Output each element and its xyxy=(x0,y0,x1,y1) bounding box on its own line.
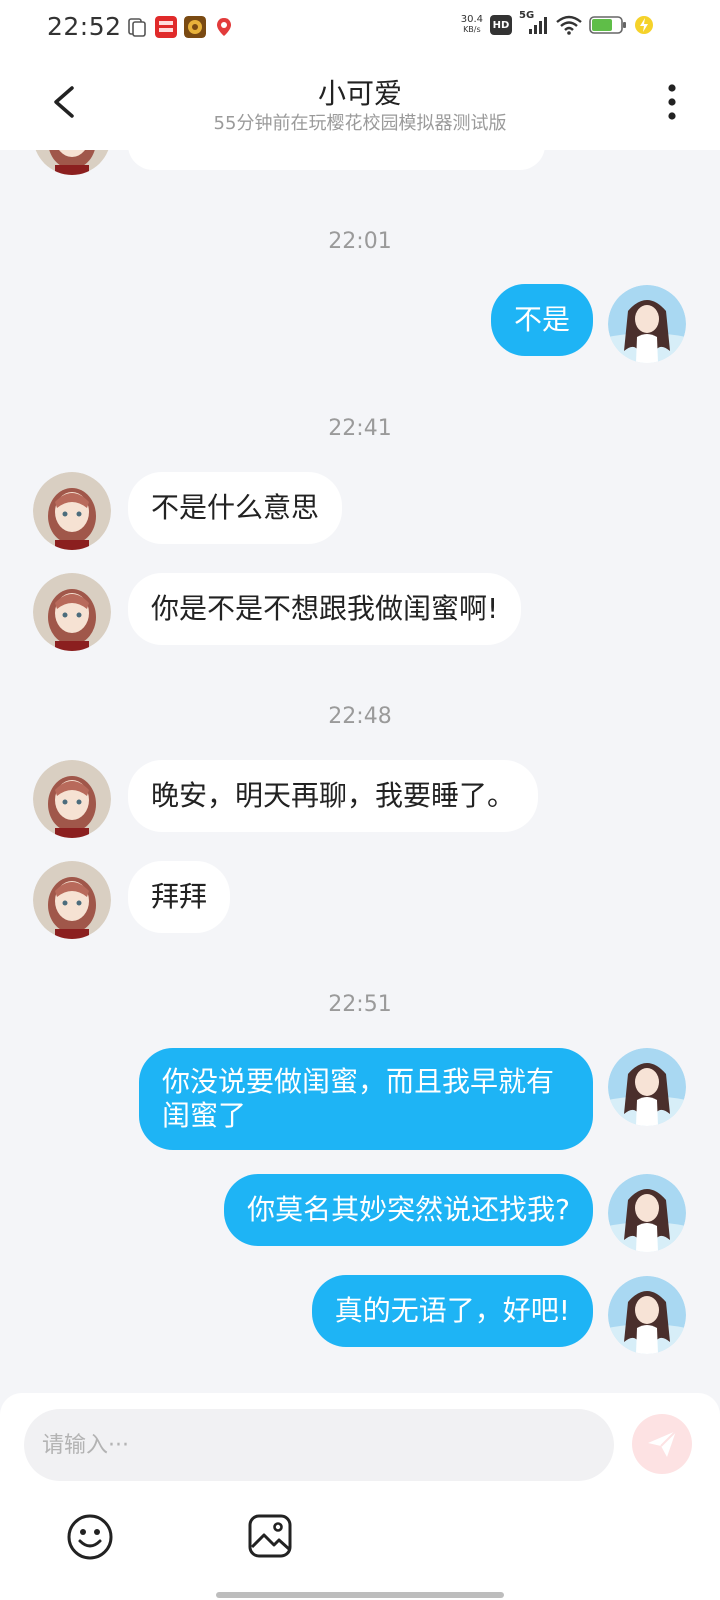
my-avatar[interactable] xyxy=(608,1276,686,1354)
more-options-icon[interactable] xyxy=(660,80,684,124)
status-bar: 22:52 30.4 KB/s HD 5G xyxy=(0,0,720,56)
contact-avatar[interactable] xyxy=(33,150,111,175)
send-button[interactable] xyxy=(632,1414,692,1474)
my-avatar[interactable] xyxy=(608,285,686,363)
girl-avatar-icon xyxy=(33,573,111,651)
incoming-message[interactable]: 拜拜 xyxy=(128,861,231,933)
anime-girl-avatar-icon xyxy=(608,1048,686,1126)
message-input[interactable] xyxy=(24,1409,614,1481)
emoji-icon[interactable] xyxy=(66,1513,114,1561)
contact-status: 55分钟前在玩樱花校园模拟器测试版 xyxy=(213,113,507,134)
contact-avatar[interactable] xyxy=(33,760,111,838)
wifi-icon xyxy=(556,15,582,35)
my-avatar[interactable] xyxy=(608,1048,686,1126)
incoming-message[interactable]: 不是什么意思 xyxy=(128,472,343,544)
document-icon xyxy=(128,18,146,37)
map-pin-icon xyxy=(217,18,231,36)
girl-avatar-icon xyxy=(33,472,111,550)
my-avatar[interactable] xyxy=(608,1174,686,1252)
chat-header: 小可爱 55分钟前在玩樱花校园模拟器测试版 xyxy=(0,56,720,150)
anime-girl-avatar-icon xyxy=(608,285,686,363)
message-composer xyxy=(0,1393,720,1600)
outgoing-message[interactable]: 不是 xyxy=(490,284,593,356)
contact-avatar[interactable] xyxy=(33,861,111,939)
contact-avatar[interactable] xyxy=(33,573,111,651)
contact-name: 小可爱 xyxy=(317,77,402,110)
paper-plane-icon xyxy=(648,1430,677,1457)
system-status: 30.4 KB/s HD 5G xyxy=(461,10,654,36)
notification-icons xyxy=(126,16,235,38)
message-timestamp: 22:51 xyxy=(328,992,392,1017)
message-list[interactable]: 22:01 不是 22:41 不是什么意思 你是不是不想跟我做闺蜜啊! 22:4… xyxy=(0,150,720,1395)
home-indicator[interactable] xyxy=(216,1592,504,1598)
anime-girl-avatar-icon xyxy=(608,1174,686,1252)
incoming-message[interactable]: 你是不是不想跟我做闺蜜啊! xyxy=(128,573,522,645)
battery-icon xyxy=(589,16,626,34)
message-bubble-partial[interactable] xyxy=(128,150,545,170)
game-app-icon xyxy=(184,16,206,38)
status-time: 22:52 xyxy=(47,12,122,41)
charging-icon xyxy=(635,16,653,34)
contact-avatar[interactable] xyxy=(33,472,111,550)
outgoing-message[interactable]: 你莫名其妙突然说还找我? xyxy=(224,1174,593,1246)
hd-badge: HD xyxy=(490,15,512,35)
message-timestamp: 22:01 xyxy=(328,229,392,254)
image-icon[interactable] xyxy=(247,1513,293,1559)
message-timestamp: 22:48 xyxy=(328,704,392,729)
network-speed-value: 30.4 xyxy=(460,14,483,25)
network-speed: 30.4 KB/s xyxy=(461,15,483,35)
network-speed-unit: KB/s xyxy=(463,25,481,34)
outgoing-message[interactable]: 你没说要做闺蜜，而且我早就有闺蜜了 xyxy=(139,1048,593,1150)
girl-avatar-icon xyxy=(35,150,109,175)
girl-avatar-icon xyxy=(33,861,111,939)
girl-avatar-icon xyxy=(33,760,111,838)
signal-5g-icon: 5G xyxy=(519,10,549,36)
outgoing-message[interactable]: 真的无语了，好吧! xyxy=(311,1275,593,1347)
red-app-icon xyxy=(155,16,177,38)
incoming-message[interactable]: 晚安，明天再聊，我要睡了。 xyxy=(128,760,539,832)
anime-girl-avatar-icon xyxy=(608,1276,686,1354)
message-timestamp: 22:41 xyxy=(328,416,392,441)
